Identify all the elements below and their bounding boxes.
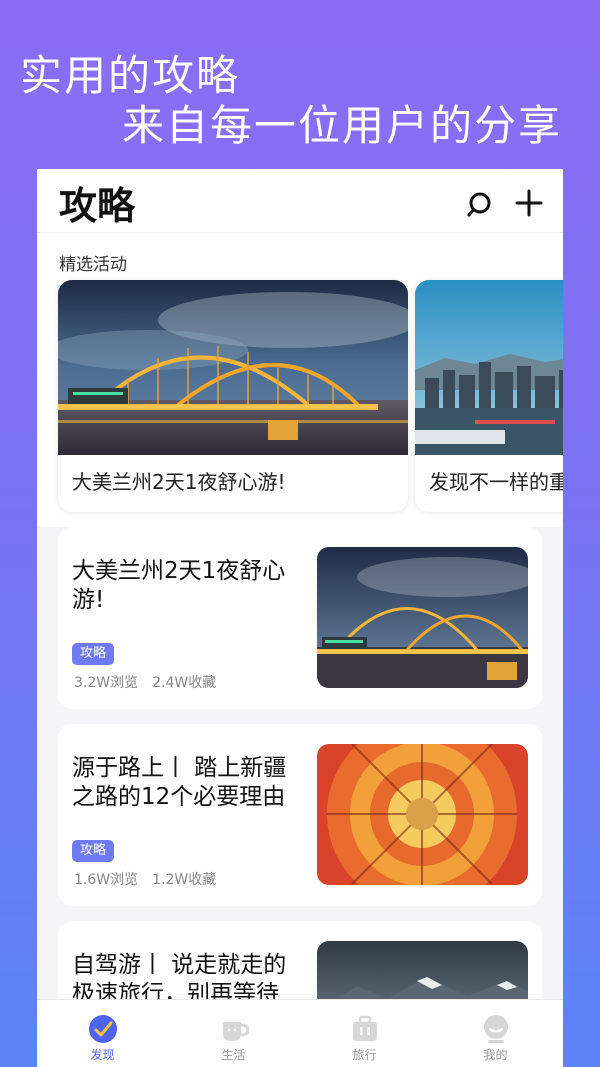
featured-card[interactable]: 大美兰州2天1夜舒心游! [58, 280, 408, 512]
featured-section: 精选活动 大美兰州2天1夜舒心游! 发现不一样的重 [37, 233, 563, 527]
tab-label: 发现 [90, 1048, 115, 1062]
article-card[interactable]: 大美兰州2天1夜舒心游! 攻略 3.2W浏览 2.4W收藏 [58, 527, 542, 709]
app-screen: 攻略 精选活动 大美兰州2天1夜舒心游! 发现不一样的重 大美兰州2天1夜舒心游… [37, 169, 563, 1067]
article-tag: 攻略 [72, 840, 115, 862]
add-button[interactable] [513, 187, 545, 219]
tab-life[interactable]: 生活 [168, 1000, 299, 1067]
featured-card-caption: 大美兰州2天1夜舒心游! [72, 470, 286, 494]
article-stats: 1.6W浏览 1.2W收藏 [74, 869, 230, 889]
favorite-count: 1.2W收藏 [152, 872, 217, 888]
suitcase-icon [353, 1015, 377, 1041]
tab-discover[interactable]: 发现 [37, 1000, 168, 1067]
article-tag: 攻略 [72, 643, 115, 665]
featured-card[interactable]: 发现不一样的重 [415, 280, 563, 512]
article-title: 源于路上丨 踏上新疆之路的12个必要理由 [72, 755, 287, 810]
view-count: 3.2W浏览 [74, 675, 139, 691]
top-bar: 攻略 [37, 169, 563, 233]
search-icon [467, 192, 491, 217]
article-card[interactable]: 源于路上丨 踏上新疆之路的12个必要理由 攻略 1.6W浏览 1.2W收藏 [58, 724, 542, 906]
cup-icon [223, 1022, 249, 1041]
bridge-night-image [58, 280, 408, 455]
tab-travel[interactable]: 旅行 [299, 1000, 430, 1067]
bridge-thumbnail [317, 547, 528, 688]
tab-label: 我的 [483, 1048, 508, 1062]
tab-label: 旅行 [352, 1048, 377, 1062]
page-title: 攻略 [59, 184, 136, 228]
article-title: 大美兰州2天1夜舒心游! [72, 558, 286, 613]
view-count: 1.6W浏览 [74, 872, 139, 888]
profile-icon [484, 1015, 508, 1043]
plus-icon [515, 189, 543, 217]
promo-headline-2: 来自每一位用户的分享 [122, 101, 563, 150]
ornament-dome-thumbnail [317, 744, 528, 885]
discover-icon [89, 1015, 117, 1043]
tab-label: 生活 [221, 1048, 246, 1062]
search-button[interactable] [465, 189, 497, 221]
section-label: 精选活动 [59, 255, 127, 275]
bottom-tab-bar: 发现 生活 旅行 我的 [37, 999, 563, 1067]
favorite-count: 2.4W收藏 [152, 675, 217, 691]
article-stats: 3.2W浏览 2.4W收藏 [74, 672, 230, 692]
city-river-image [415, 280, 563, 455]
tab-profile[interactable]: 我的 [430, 1000, 561, 1067]
featured-card-caption: 发现不一样的重 [429, 470, 563, 494]
